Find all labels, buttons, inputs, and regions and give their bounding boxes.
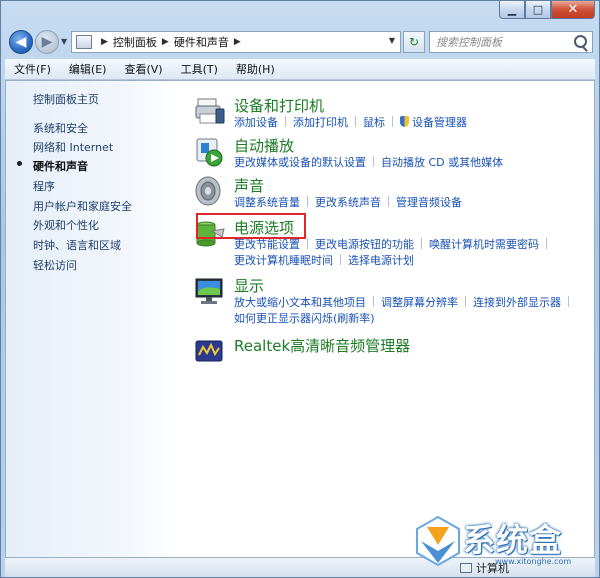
power-options-highlight	[196, 213, 306, 239]
minimize-icon: ▁	[507, 3, 517, 16]
close-button[interactable]: ✕	[551, 1, 595, 19]
arrow-right-icon: ▶	[41, 34, 53, 50]
watermark-logo-icon	[416, 515, 460, 567]
task-add-printer[interactable]: 添加打印机	[293, 116, 348, 129]
task-line: 放大或缩小文本和其他项目 调整屏幕分辨率 连接到外部显示器	[234, 294, 576, 310]
task-screen-resolution[interactable]: 调整屏幕分辨率	[381, 296, 458, 309]
task-change-sounds[interactable]: 更改系统声音	[315, 196, 381, 209]
task-change-power-saving[interactable]: 更改节能设置	[234, 238, 300, 251]
task-add-device[interactable]: 添加设备	[234, 116, 278, 129]
separator	[307, 196, 308, 207]
menu-view[interactable]: 查看(V)	[115, 61, 171, 77]
nav-programs[interactable]: 程序	[33, 178, 55, 194]
category-title-realtek[interactable]: Realtek高清晰音频管理器	[234, 335, 410, 356]
task-device-manager[interactable]: 设备管理器	[412, 116, 467, 129]
menu-help[interactable]: 帮助(H)	[227, 61, 284, 77]
task-adjust-volume[interactable]: 调整系统音量	[234, 196, 300, 209]
address-dropdown-icon[interactable]: ▼	[389, 36, 395, 45]
task-mouse[interactable]: 鼠标	[363, 116, 385, 129]
search-box[interactable]	[429, 31, 593, 53]
separator	[373, 296, 374, 307]
task-line: 调整系统音量 更改系统声音 管理音频设备	[234, 194, 462, 210]
watermark-text: 系统盒	[463, 521, 563, 559]
address-bar[interactable]: ▶ 控制面板 ▶ 硬件和声音 ▶ ▼	[71, 31, 401, 53]
window-controls: ▁ □ ✕	[499, 1, 595, 19]
content-area: 控制面板主页 系统和安全 网络和 Internet 硬件和声音 程序 用户帐户和…	[5, 80, 595, 558]
nav-appearance[interactable]: 外观和个性化	[33, 217, 99, 233]
task-zoom-text[interactable]: 放大或缩小文本和其他项目	[234, 296, 366, 309]
title-bar[interactable]: ▁ □ ✕	[1, 1, 599, 27]
breadcrumb-control-panel[interactable]: 控制面板	[113, 34, 157, 50]
nav-ease-of-access[interactable]: 轻松访问	[33, 257, 77, 273]
separator	[546, 238, 547, 249]
menu-file[interactable]: 文件(F)	[5, 61, 60, 77]
task-line: 添加设备 添加打印机 鼠标 设备管理器	[234, 114, 467, 130]
separator	[421, 238, 422, 249]
task-line: 如何更正显示器闪烁(刷新率)	[234, 310, 375, 326]
separator	[307, 238, 308, 249]
breadcrumb-hardware-sound[interactable]: 硬件和声音	[174, 34, 229, 50]
control-panel-icon	[76, 35, 92, 49]
watermark: 系统盒 www.xitonghe.com	[407, 513, 600, 573]
search-input[interactable]	[436, 35, 566, 49]
minimize-button[interactable]: ▁	[499, 1, 525, 19]
nav-system-security[interactable]: 系统和安全	[33, 120, 88, 136]
task-autoplay-cd[interactable]: 自动播放 CD 或其他媒体	[381, 156, 503, 169]
nav-network-internet[interactable]: 网络和 Internet	[33, 139, 113, 155]
task-change-default-settings[interactable]: 更改媒体或设备的默认设置	[234, 156, 366, 169]
address-row: ◀ ▶ ▼ ▶ 控制面板 ▶ 硬件和声音 ▶ ▼ ↻	[1, 27, 599, 57]
category-title-sound[interactable]: 声音	[234, 175, 264, 196]
task-external-display[interactable]: 连接到外部显示器	[473, 296, 561, 309]
separator	[388, 196, 389, 207]
separator	[465, 296, 466, 307]
maximize-icon: □	[532, 3, 544, 16]
separator	[392, 116, 393, 127]
task-line: 更改媒体或设备的默认设置 自动播放 CD 或其他媒体	[234, 154, 503, 170]
left-navigation-pane: 控制面板主页 系统和安全 网络和 Internet 硬件和声音 程序 用户帐户和…	[6, 81, 178, 557]
nav-clock-language-region[interactable]: 时钟、语言和区域	[33, 237, 121, 253]
search-icon[interactable]	[574, 35, 587, 48]
category-title-display[interactable]: 显示	[234, 275, 264, 296]
nav-control-panel-home[interactable]: 控制面板主页	[33, 91, 99, 107]
task-line: 更改计算机睡眠时间 选择电源计划	[234, 252, 414, 268]
nav-user-accounts[interactable]: 用户帐户和家庭安全	[33, 198, 132, 214]
uac-shield-icon	[400, 116, 409, 127]
nav-hardware-sound: 硬件和声音	[33, 160, 88, 173]
watermark-url: www.xitonghe.com	[495, 557, 572, 566]
separator	[373, 156, 374, 167]
task-change-sleep-time[interactable]: 更改计算机睡眠时间	[234, 254, 333, 267]
speaker-icon[interactable]	[194, 175, 226, 207]
separator	[285, 116, 286, 127]
separator	[568, 296, 569, 307]
task-fix-flicker[interactable]: 如何更正显示器闪烁(刷新率)	[234, 312, 375, 325]
menu-tools[interactable]: 工具(T)	[172, 61, 227, 77]
breadcrumb-chevron-icon[interactable]: ▶	[162, 37, 169, 47]
realtek-audio-icon[interactable]	[194, 335, 226, 367]
separator	[355, 116, 356, 127]
category-title-devices-printers[interactable]: 设备和打印机	[234, 95, 324, 116]
refresh-button[interactable]: ↻	[403, 31, 425, 53]
menu-edit[interactable]: 编辑(E)	[60, 61, 116, 77]
history-dropdown-icon[interactable]: ▼	[61, 37, 67, 46]
close-icon: ✕	[567, 2, 579, 17]
category-title-autoplay[interactable]: 自动播放	[234, 135, 294, 156]
separator	[340, 254, 341, 265]
monitor-icon[interactable]	[194, 275, 226, 307]
arrow-left-icon: ◀	[15, 34, 27, 50]
autoplay-icon[interactable]	[194, 135, 226, 167]
menu-bar: 文件(F) 编辑(E) 查看(V) 工具(T) 帮助(H)	[5, 59, 595, 80]
breadcrumb-chevron-icon[interactable]: ▶	[101, 37, 108, 47]
forward-button[interactable]: ▶	[35, 30, 59, 54]
task-choose-power-plan[interactable]: 选择电源计划	[348, 254, 414, 267]
task-manage-audio-devices[interactable]: 管理音频设备	[396, 196, 462, 209]
control-panel-window: ▁ □ ✕ ◀ ▶ ▼ ▶ 控制面板 ▶ 硬件和声音 ▶ ▼ ↻ 文件(F) 编…	[0, 0, 600, 578]
maximize-button[interactable]: □	[525, 1, 551, 19]
back-button[interactable]: ◀	[9, 30, 33, 54]
printer-icon[interactable]	[194, 95, 226, 127]
task-power-button[interactable]: 更改电源按钮的功能	[315, 238, 414, 251]
current-page-bullet-icon	[17, 161, 22, 166]
breadcrumb-chevron-icon[interactable]: ▶	[234, 37, 241, 47]
refresh-icon: ↻	[408, 35, 420, 49]
task-require-password-wake[interactable]: 唤醒计算机时需要密码	[429, 238, 539, 251]
